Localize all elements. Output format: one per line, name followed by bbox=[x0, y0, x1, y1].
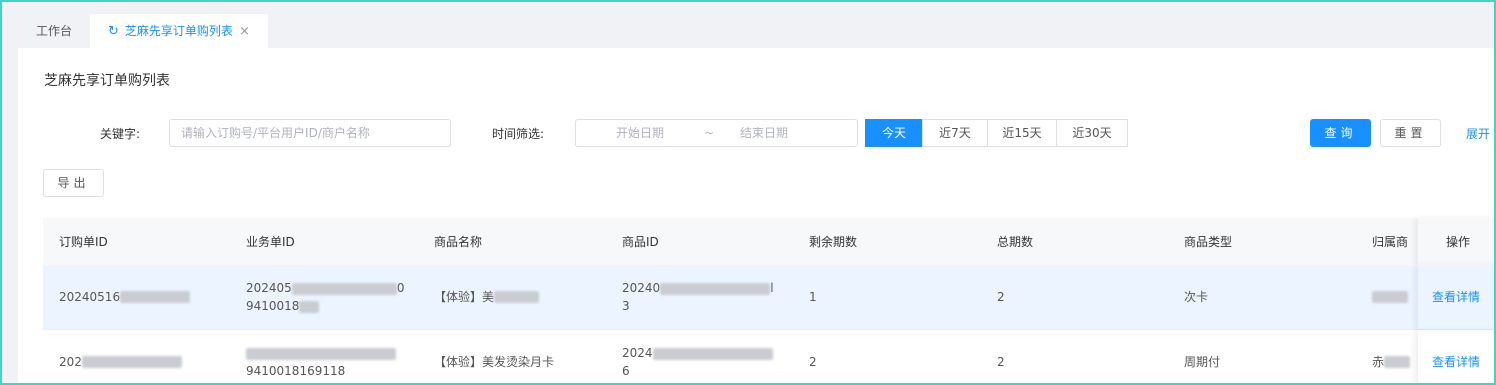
col-biz-id: 业务单ID bbox=[246, 234, 295, 249]
order-table: 订购单ID 业务单ID 商品名称 商品ID 剩余期数 总期数 商品类型 归属商 … bbox=[43, 218, 1494, 383]
query-button[interactable]: 查询 bbox=[1310, 119, 1371, 147]
redacted-block bbox=[120, 291, 191, 303]
app-frame: 工作台 ↻ 芝麻先享订单购列表 × 芝麻先享订单购列表 关键字: 请输入订购号/平台… bbox=[0, 0, 1496, 385]
cell-product-name: 【体验】美 bbox=[434, 265, 540, 329]
col-order-id: 订购单ID bbox=[59, 234, 108, 249]
actions-cell: 查看详情 bbox=[1418, 330, 1494, 383]
col-product-name: 商品名称 bbox=[434, 234, 483, 249]
col-total: 总期数 bbox=[997, 234, 1034, 249]
table-header: 订购单ID 业务单ID 商品名称 商品ID 剩余期数 总期数 商品类型 归属商 … bbox=[43, 218, 1494, 265]
tab-label: 工作台 bbox=[36, 24, 73, 38]
redacted-block bbox=[246, 347, 396, 360]
refresh-icon[interactable]: ↻ bbox=[108, 15, 119, 49]
range-30d-button[interactable]: 近30天 bbox=[1056, 119, 1128, 147]
redacted-block bbox=[1384, 356, 1411, 368]
col-actions: 操作 bbox=[1418, 218, 1494, 265]
cell-biz-id: 9410018169118 bbox=[246, 330, 396, 383]
keyword-placeholder: 请输入订购号/平台用户ID/商户名称 bbox=[181, 126, 370, 140]
actions-cell: 查看详情 bbox=[1418, 265, 1494, 329]
col-product-id: 商品ID bbox=[622, 234, 659, 249]
end-date-placeholder: 结束日期 bbox=[740, 126, 789, 140]
range-separator: ~ bbox=[704, 126, 715, 140]
cell-product-name: 【体验】美发烫染月卡 bbox=[434, 355, 555, 369]
cell-product-id: 20240 l 3 bbox=[622, 281, 774, 313]
export-button[interactable]: 导出 bbox=[43, 169, 104, 197]
expand-link[interactable]: 展开 bbox=[1466, 125, 1490, 142]
col-owner: 归属商 bbox=[1372, 234, 1409, 249]
table-row[interactable]: 20240516 202405 0 9410018 【体验】美 20240 l 3 … bbox=[43, 265, 1494, 330]
view-details-link[interactable]: 查看详情 bbox=[1432, 288, 1480, 306]
col-type: 商品类型 bbox=[1184, 234, 1233, 249]
close-icon[interactable]: × bbox=[239, 15, 250, 49]
cell-type: 周期付 bbox=[1184, 355, 1221, 369]
cell-biz-id: 202405 0 9410018 bbox=[246, 281, 405, 313]
range-15d-button[interactable]: 近15天 bbox=[987, 119, 1057, 147]
cell-type: 次卡 bbox=[1184, 290, 1209, 304]
tab-workbench[interactable]: 工作台 bbox=[18, 14, 91, 48]
redacted-block bbox=[660, 282, 771, 295]
reset-button[interactable]: 重置 bbox=[1380, 119, 1441, 147]
redacted-block bbox=[1372, 291, 1408, 303]
keyword-label: 关键字: bbox=[100, 127, 141, 141]
quick-range-group: 今天 近7天 近15天 近30天 bbox=[865, 119, 1128, 147]
date-range-picker[interactable]: 开始日期 ~ 结束日期 bbox=[575, 119, 858, 147]
tab-bar: 工作台 ↻ 芝麻先享订单购列表 × bbox=[18, 14, 268, 48]
cell-product-id: 2024 6 bbox=[622, 330, 773, 383]
range-7d-button[interactable]: 近7天 bbox=[922, 119, 988, 147]
cell-owner bbox=[1372, 265, 1408, 329]
cell-total: 2 bbox=[997, 290, 1005, 304]
time-filter-label: 时间筛选: bbox=[492, 127, 545, 141]
keyword-input[interactable]: 请输入订购号/平台用户ID/商户名称 bbox=[169, 119, 451, 147]
cell-order-id: 202 bbox=[59, 330, 182, 383]
cell-remaining: 1 bbox=[809, 290, 817, 304]
cell-owner: 赤 bbox=[1372, 330, 1411, 383]
redacted-block bbox=[299, 300, 320, 313]
view-details-link[interactable]: 查看详情 bbox=[1432, 353, 1480, 371]
redacted-block bbox=[652, 347, 773, 360]
tab-label: 芝麻先享订单购列表 bbox=[124, 24, 233, 38]
table-row[interactable]: 202 9410018169118 【体验】美发烫染月卡 2024 6 2 2 … bbox=[43, 330, 1494, 383]
cell-remaining: 2 bbox=[809, 355, 817, 369]
cell-total: 2 bbox=[997, 355, 1005, 369]
redacted-block bbox=[291, 282, 397, 295]
start-date-placeholder: 开始日期 bbox=[616, 126, 665, 140]
col-remaining: 剩余期数 bbox=[809, 234, 858, 249]
range-today-button[interactable]: 今天 bbox=[865, 119, 923, 147]
tab-zhima-order-list[interactable]: ↻ 芝麻先享订单购列表 × bbox=[90, 14, 268, 48]
main-panel: 芝麻先享订单购列表 关键字: 请输入订购号/平台用户ID/商户名称 时间筛选: … bbox=[18, 48, 1494, 383]
redacted-block bbox=[494, 291, 540, 303]
cell-order-id: 20240516 bbox=[59, 265, 191, 329]
page-title: 芝麻先享订单购列表 bbox=[44, 73, 170, 89]
redacted-block bbox=[81, 356, 182, 368]
